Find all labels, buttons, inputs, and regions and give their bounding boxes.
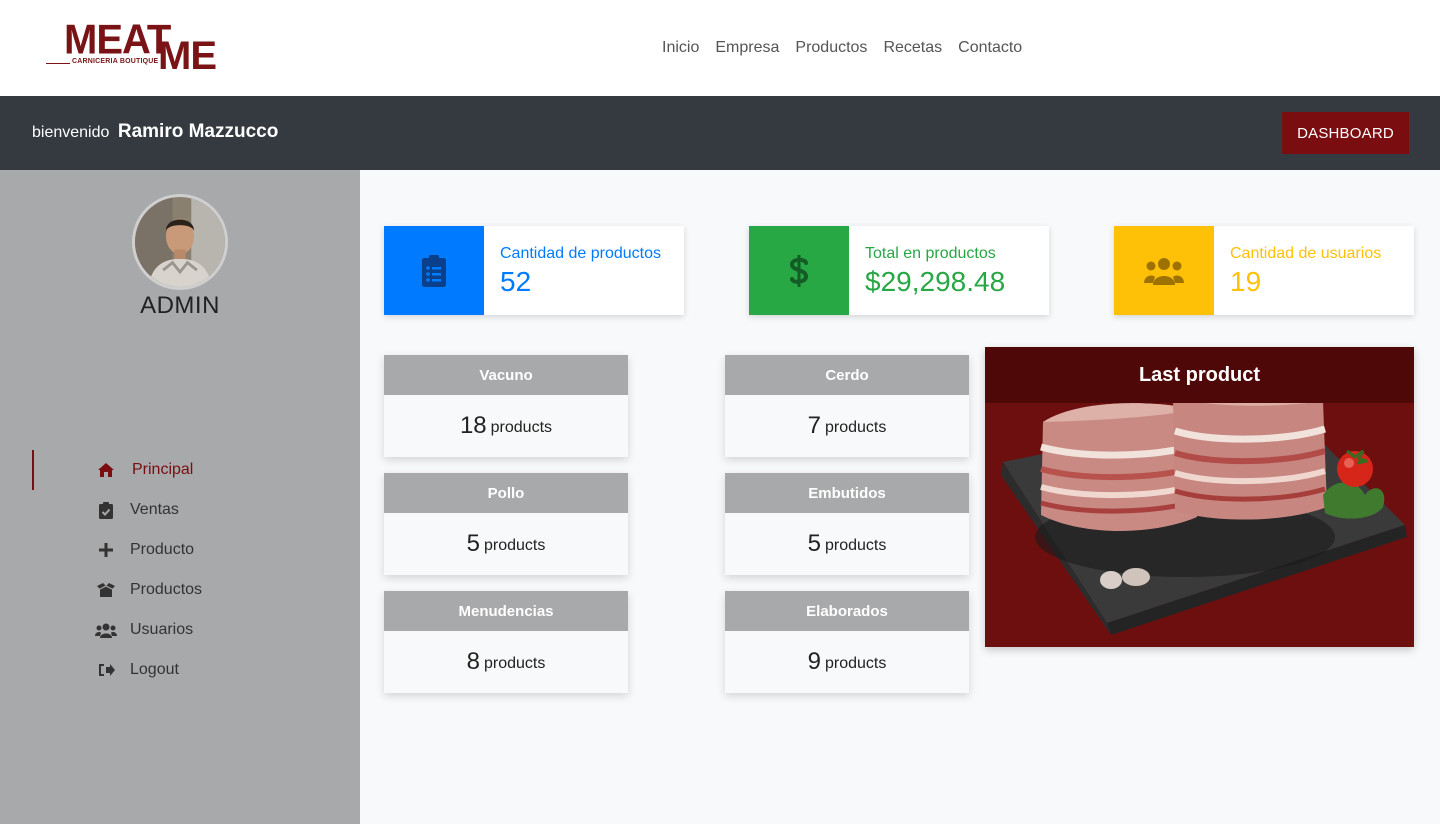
- sidebar-item-productos[interactable]: Productos: [32, 570, 292, 610]
- welcome-message: bienvenido Ramiro Mazzucco: [32, 122, 278, 143]
- category-title: Cerdo: [725, 355, 969, 395]
- dollar-icon: [749, 226, 849, 315]
- avatar-photo: [135, 197, 225, 287]
- stat-value: $29,298.48: [865, 266, 1006, 297]
- stat-card-users: Cantidad de usuarios 19: [1114, 226, 1414, 315]
- last-product-card[interactable]: Last product: [985, 347, 1414, 647]
- nav-link-contacto[interactable]: Contacto: [958, 38, 1022, 58]
- stat-value: 19: [1230, 266, 1262, 297]
- category-title: Pollo: [384, 473, 628, 513]
- nav-link-inicio[interactable]: Inicio: [662, 38, 699, 58]
- sidebar-item-principal[interactable]: Principal: [32, 450, 292, 490]
- sidebar-item-label: Usuarios: [130, 621, 194, 638]
- stat-label: Cantidad de usuarios: [1230, 245, 1382, 262]
- sidebar-item-producto[interactable]: Producto: [32, 530, 292, 570]
- sidebar-item-logout[interactable]: Logout: [32, 650, 292, 690]
- product-image: [1001, 390, 1407, 635]
- sidebar-item-label: Logout: [130, 661, 179, 678]
- clipboard-list-icon: [384, 226, 484, 315]
- category-title: Elaborados: [725, 591, 969, 631]
- avatar: [132, 194, 228, 290]
- welcome-username: Ramiro Mazzucco: [117, 121, 279, 142]
- category-title: Vacuno: [384, 355, 628, 395]
- sidebar-item-usuarios[interactable]: Usuarios: [32, 610, 292, 650]
- logo-word-me: ME: [158, 34, 217, 78]
- category-unit: products: [490, 419, 553, 436]
- sidebar-item-label: Productos: [130, 581, 203, 598]
- dashboard-button[interactable]: DASHBOARD: [1282, 112, 1409, 154]
- plus-icon: [94, 540, 118, 560]
- category-unit: products: [483, 537, 546, 554]
- boxes-icon: [94, 580, 118, 600]
- category-title: Embutidos: [725, 473, 969, 513]
- users-icon: [94, 620, 118, 640]
- category-card-menudencias: Menudencias 8 products: [384, 591, 628, 693]
- category-card-embutidos: Embutidos 5 products: [725, 473, 969, 575]
- users-icon: [1114, 226, 1214, 315]
- logout-icon: [94, 660, 118, 680]
- sidebar: ADMIN Principal Ventas Producto Producto…: [0, 170, 360, 824]
- logo-word-meat: MEAT: [64, 16, 171, 64]
- sidebar-item-label: Producto: [130, 541, 195, 558]
- category-card-elaborados: Elaborados 9 products: [725, 591, 969, 693]
- sidebar-menu: Principal Ventas Producto Productos Usua…: [32, 450, 292, 690]
- category-card-cerdo: Cerdo 7 products: [725, 355, 969, 457]
- nav-link-recetas[interactable]: Recetas: [883, 38, 942, 58]
- category-count: 9: [807, 648, 821, 675]
- nav-link-productos[interactable]: Productos: [795, 38, 867, 58]
- stat-card-products: Cantidad de productos 52: [384, 226, 684, 315]
- category-title: Menudencias: [384, 591, 628, 631]
- sidebar-item-ventas[interactable]: Ventas: [32, 490, 292, 530]
- last-product-title: Last product: [985, 347, 1414, 403]
- stat-label: Cantidad de productos: [500, 245, 661, 262]
- category-unit: products: [824, 537, 887, 554]
- category-count: 8: [466, 648, 480, 675]
- main-nav: Inicio Empresa Productos Recetas Contact…: [662, 38, 1022, 58]
- category-card-pollo: Pollo 5 products: [384, 473, 628, 575]
- nav-link-empresa[interactable]: Empresa: [715, 38, 779, 58]
- category-unit: products: [824, 419, 887, 436]
- brand-logo[interactable]: MEAT ME CARNICERIA BOUTIQUE: [46, 16, 217, 78]
- sidebar-item-label: Ventas: [130, 501, 179, 518]
- category-unit: products: [483, 655, 546, 672]
- sidebar-item-label: Principal: [132, 461, 194, 478]
- stat-value: 52: [500, 266, 532, 297]
- logo-tagline: CARNICERIA BOUTIQUE: [70, 58, 161, 65]
- category-count: 5: [466, 530, 480, 557]
- stat-label: Total en productos: [865, 245, 996, 262]
- clipboard-check-icon: [94, 500, 118, 520]
- category-card-vacuno: Vacuno 18 products: [384, 355, 628, 457]
- home-icon: [94, 460, 118, 480]
- stat-card-total: Total en productos $29,298.48: [749, 226, 1049, 315]
- category-count: 5: [807, 530, 821, 557]
- category-count: 18: [459, 412, 487, 439]
- category-unit: products: [824, 655, 887, 672]
- category-count: 7: [807, 412, 821, 439]
- welcome-greeting: bienvenido: [32, 124, 110, 141]
- user-role: ADMIN: [140, 292, 220, 319]
- top-navbar: MEAT ME CARNICERIA BOUTIQUE Inicio Empre…: [0, 0, 1440, 96]
- welcome-bar: bienvenido Ramiro Mazzucco DASHBOARD: [0, 96, 1440, 170]
